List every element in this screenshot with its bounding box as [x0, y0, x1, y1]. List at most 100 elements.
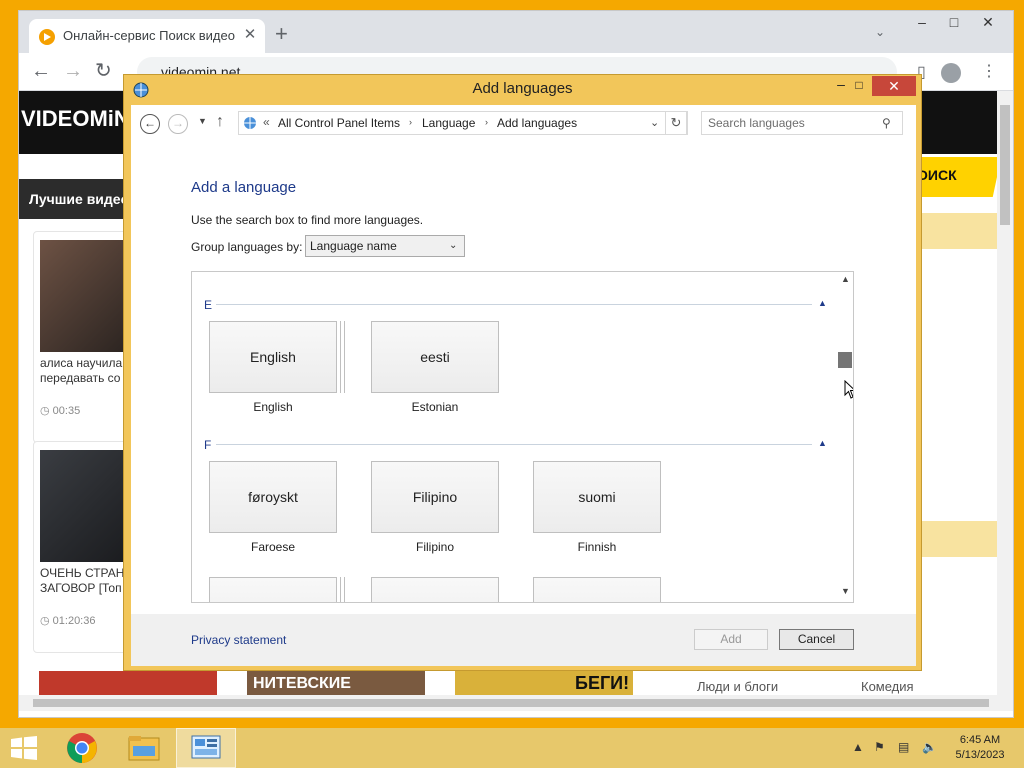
collapse-section-icon[interactable]: ▲ — [818, 298, 827, 308]
search-input[interactable]: Search languages ⚲ — [701, 111, 903, 135]
control-panel-icon — [244, 117, 256, 129]
video-thumbnail[interactable] — [39, 671, 217, 695]
video-duration: ◷ 00:35 — [40, 405, 81, 417]
video-card[interactable]: алиса научила передавать со ◷ 00:35 — [33, 231, 131, 443]
duration-text: 00:35 — [52, 405, 81, 417]
section-divider — [216, 304, 812, 305]
refresh-button[interactable]: ↻ — [665, 111, 687, 135]
profile-avatar-icon[interactable] — [941, 63, 961, 83]
recent-locations-chevron-icon[interactable]: ▼ — [198, 116, 207, 126]
language-tile[interactable] — [533, 577, 661, 602]
file-explorer-taskbar-button[interactable] — [114, 728, 174, 768]
video-thumbnail[interactable] — [40, 240, 130, 352]
back-arrow-icon[interactable]: ← — [31, 61, 51, 81]
breadcrumb-item-all-control-panel-items[interactable]: All Control Panel Items — [278, 116, 400, 130]
language-tile-estonian[interactable]: eesti — [371, 321, 499, 393]
tab-title: Онлайн-сервис Поиск видео и — [63, 28, 235, 43]
scroll-down-icon[interactable]: ▼ — [841, 586, 850, 596]
privacy-statement-link[interactable]: Privacy statement — [191, 633, 286, 647]
list-scrollbar[interactable]: ▲ ▼ — [836, 272, 853, 602]
cancel-button[interactable]: Cancel — [779, 629, 854, 650]
dialog-footer: Privacy statement Add Cancel — [131, 614, 916, 666]
search-icon[interactable]: ⚲ — [882, 116, 891, 130]
browser-tab[interactable]: Онлайн-сервис Поиск видео и ✕ — [29, 19, 265, 53]
video-thumbnail[interactable] — [40, 450, 130, 562]
network-icon[interactable]: ▤ — [898, 740, 909, 754]
menu-kebab-icon[interactable]: ⋮ — [981, 62, 997, 82]
clock-time[interactable]: 6:45 AM — [950, 734, 1010, 746]
language-list[interactable]: E ▲ English English eesti Estonian F ▲ f… — [191, 271, 854, 603]
scrollbar-thumb[interactable] — [33, 699, 989, 707]
dialog-body: Add a language Use the search box to fin… — [131, 139, 916, 614]
group-by-label: Group languages by: — [191, 240, 303, 254]
language-tile[interactable] — [209, 577, 337, 602]
address-dropdown-icon[interactable]: ⌄ — [650, 116, 659, 129]
up-arrow-icon[interactable]: ↑ — [216, 113, 224, 131]
yellow-bar — [909, 521, 997, 557]
section-header-f: F — [204, 438, 212, 452]
language-tile-filipino[interactable]: Filipino — [371, 461, 499, 533]
minimize-button[interactable]: – — [905, 11, 939, 33]
close-window-button[interactable]: ✕ — [971, 11, 1005, 33]
action-center-flag-icon[interactable]: ⚑ — [874, 740, 885, 754]
breadcrumb-arrow-icon[interactable]: › — [409, 117, 412, 127]
category-link[interactable]: Люди и блоги — [697, 679, 778, 694]
site-logo[interactable]: VIDEOMiN — [21, 106, 130, 132]
add-languages-dialog: Add languages – □ ✕ ← → ▼ ↑ « All Contro… — [123, 74, 922, 671]
breadcrumb-item-language[interactable]: Language — [422, 116, 475, 130]
page-title: Add a language — [191, 179, 297, 196]
forward-arrow-icon[interactable]: → — [63, 61, 83, 81]
language-tile[interactable] — [371, 577, 499, 602]
page-scrollbar[interactable] — [997, 91, 1013, 695]
folder-icon — [128, 736, 160, 761]
add-button[interactable]: Add — [694, 629, 768, 650]
scrollbar-thumb[interactable] — [838, 352, 852, 368]
language-name: Finnish — [577, 540, 617, 554]
category-link[interactable]: Комедия — [861, 679, 914, 694]
tab-strip: Онлайн-сервис Поиск видео и ✕ + ⌄ – □ ✕ — [19, 11, 1013, 53]
site-search-button[interactable]: ОИСК — [917, 167, 957, 183]
language-tile-english[interactable]: English — [209, 321, 337, 393]
video-title[interactable]: алиса научила передавать со — [40, 356, 130, 386]
windows-start-icon[interactable] — [10, 736, 38, 760]
control-panel-taskbar-button[interactable] — [176, 728, 236, 768]
reload-icon[interactable]: ↻ — [95, 61, 112, 81]
scroll-up-icon[interactable]: ▲ — [841, 274, 850, 284]
video-card[interactable]: ОЧЕНЬ СТРАН ЗАГОВОР [Топ ◷ 01:20:36 — [33, 441, 131, 653]
breadcrumb[interactable]: « All Control Panel Items › Language › A… — [238, 111, 688, 135]
section-header-e: E — [204, 298, 213, 312]
maximize-button[interactable]: □ — [937, 11, 971, 33]
breadcrumb-item-add-languages[interactable]: Add languages — [497, 116, 577, 130]
site-favicon-icon — [39, 29, 55, 45]
language-name: Faroese — [250, 540, 296, 554]
clock-date[interactable]: 5/13/2023 — [950, 749, 1010, 761]
dialog-close-button[interactable]: ✕ — [872, 76, 916, 96]
new-tab-button[interactable]: + — [275, 23, 288, 45]
collapse-section-icon[interactable]: ▲ — [818, 438, 827, 448]
show-hidden-icons-icon[interactable]: ▲ — [852, 740, 864, 754]
language-tile-faroese[interactable]: føroyskt — [209, 461, 337, 533]
group-by-select[interactable]: Language name ⌄ — [305, 235, 465, 257]
language-tile-finnish[interactable]: suomi — [533, 461, 661, 533]
chrome-icon — [67, 733, 97, 763]
dialog-title: Add languages — [472, 80, 573, 97]
speaker-muted-icon[interactable]: 🔈 — [922, 740, 937, 754]
video-duration: ◷ 01:20:36 — [40, 615, 96, 627]
best-videos-header: Лучшие видео — [19, 179, 129, 219]
scrollbar-thumb[interactable] — [1000, 105, 1010, 225]
tab-search-chevron-icon[interactable]: ⌄ — [875, 25, 885, 39]
chrome-taskbar-button[interactable] — [52, 728, 112, 768]
duration-text: 01:20:36 — [52, 615, 96, 627]
tab-close-icon[interactable]: ✕ — [241, 26, 259, 44]
dialog-maximize-button[interactable]: □ — [846, 75, 872, 95]
taskbar: ▲ ⚑ ▤ 🔈 6:45 AM 5/13/2023 — [0, 728, 1024, 768]
forward-button[interactable]: → — [168, 114, 188, 134]
video-thumbnail[interactable]: БЕГИ! — [455, 671, 633, 695]
back-button[interactable]: ← — [140, 114, 160, 134]
breadcrumb-arrow-icon[interactable]: › — [485, 117, 488, 127]
video-title[interactable]: ОЧЕНЬ СТРАН ЗАГОВОР [Топ — [40, 566, 130, 596]
breadcrumb-overflow[interactable]: « — [263, 115, 270, 129]
horizontal-scrollbar[interactable] — [19, 695, 1013, 711]
language-name: English — [253, 400, 293, 414]
video-thumbnail[interactable]: НИТЕВСКИЕ — [247, 671, 425, 695]
